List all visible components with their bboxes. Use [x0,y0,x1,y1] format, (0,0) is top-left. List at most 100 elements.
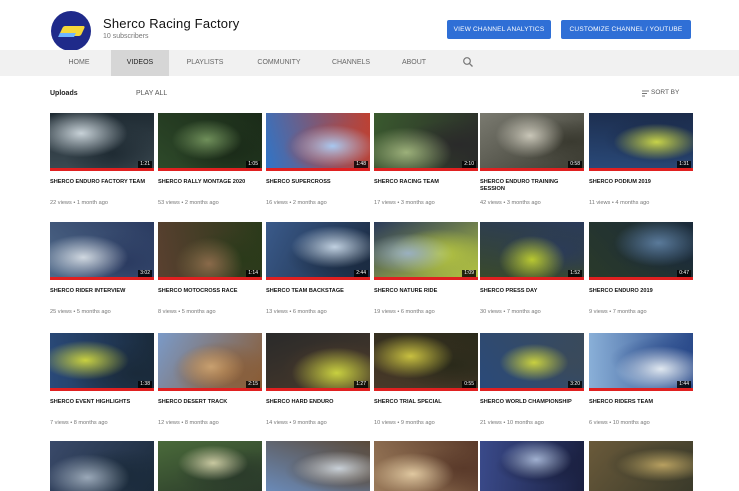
video-card[interactable]: 1:48 SHERCO SUPERCROSS 16 views • 2 months… [266,113,370,213]
video-thumbnail[interactable]: 0:47 [589,222,693,280]
sort-by-button[interactable]: SORT BY [651,89,679,96]
video-thumbnail[interactable]: 1:31 [589,113,693,171]
video-thumbnail[interactable]: 0:58 [480,113,584,171]
video-title[interactable]: SHERCO EVENT HIGHLIGHTS [50,399,154,406]
logo-stripe [58,33,76,37]
customize-channel-button[interactable]: CUSTOMIZE CHANNEL / YOUTUBE STUDIO [561,20,691,52]
video-card[interactable]: 1:44 SHERCO RIDERS TEAM 6 views • 10 month… [589,333,693,433]
video-thumbnail[interactable]: 1:09 [374,222,478,280]
tab-videos[interactable]: VIDEOS [111,50,169,76]
video-card[interactable]: 2:15 SHERCO DESERT TRACK 12 views • 8 mont… [158,333,262,433]
video-title[interactable]: SHERCO SUPERCROSS [266,179,370,186]
video-thumbnail[interactable]: 3:20 [480,333,584,391]
video-title[interactable]: SHERCO RALLY MONTAGE 2020 [158,179,262,186]
video-thumbnail[interactable]: 1:44 [589,333,693,391]
channel-name: Sherco Racing Factory [103,16,240,31]
video-card[interactable]: 3:20 SHERCO WORLD CHAMPIONSHIP 21 views • … [480,333,584,433]
video-title[interactable]: SHERCO PRESS DAY [480,288,584,295]
video-thumbnail[interactable] [480,441,584,491]
video-title[interactable]: SHERCO RIDER INTERVIEW [50,288,154,295]
video-thumbnail[interactable]: 1:21 [50,113,154,171]
video-meta: 16 views • 2 months ago [266,200,327,206]
watch-progress-bar [374,277,478,280]
watch-progress-bar [589,168,693,171]
watch-progress-bar [266,168,370,171]
video-duration: 1:44 [677,381,691,388]
tab-channels[interactable]: CHANNELS [322,50,380,76]
video-title[interactable]: SHERCO DESERT TRACK [158,399,262,406]
video-title[interactable]: SHERCO MOTOCROSS RACE [158,288,262,295]
video-card[interactable]: 1:05 SHERCO RALLY MONTAGE 2020 53 views • … [158,113,262,213]
video-thumbnail[interactable]: 1:48 [266,113,370,171]
tab-playlists[interactable]: PLAYLISTS [175,50,235,76]
video-thumbnail[interactable]: 1:14 [158,222,262,280]
video-thumbnail[interactable]: 1:38 [50,333,154,391]
video-card[interactable] [158,441,262,491]
search-icon[interactable] [462,56,474,68]
video-duration: 3:20 [568,381,582,388]
video-thumbnail[interactable]: 1:27 [266,333,370,391]
video-thumbnail[interactable]: 1:52 [480,222,584,280]
video-card[interactable]: 1:27 SHERCO HARD ENDURO 14 views • 9 month… [266,333,370,433]
video-thumbnail[interactable]: 2:10 [374,113,478,171]
video-title[interactable]: SHERCO ENDURO FACTORY TEAM [50,179,154,186]
video-title[interactable]: SHERCO TRIAL SPECIAL [374,399,478,406]
video-title[interactable]: SHERCO NATURE RIDE [374,288,478,295]
video-thumbnail[interactable]: 1:05 [158,113,262,171]
video-card[interactable] [589,441,693,491]
video-card[interactable]: 0:58 SHERCO ENDURO TRAINING SESSION 42 vie… [480,113,584,213]
video-thumbnail[interactable]: 2:15 [158,333,262,391]
video-duration: 1:52 [568,270,582,277]
video-thumbnail[interactable]: 3:02 [50,222,154,280]
watch-progress-bar [374,388,478,391]
video-card[interactable]: 0:47 SHERCO ENDURO 2019 9 views • 7 months… [589,222,693,322]
video-card[interactable]: 1:52 SHERCO PRESS DAY 30 views • 7 months … [480,222,584,322]
video-thumbnail[interactable] [374,441,478,491]
video-thumbnail[interactable] [589,441,693,491]
tab-about[interactable]: ABOUT [385,50,443,76]
video-thumbnail[interactable] [158,441,262,491]
video-title[interactable]: SHERCO ENDURO 2019 [589,288,693,295]
video-card[interactable]: 2:44 SHERCO TEAM BACKSTAGE 13 views • 6 mo… [266,222,370,322]
video-card[interactable]: 1:38 SHERCO EVENT HIGHLIGHTS 7 views • 8 m… [50,333,154,433]
video-title[interactable]: SHERCO RIDERS TEAM [589,399,693,406]
video-meta: 10 views • 9 months ago [374,420,435,426]
video-title[interactable]: SHERCO PODIUM 2019 [589,179,693,186]
video-card[interactable]: 1:31 SHERCO PODIUM 2019 11 views • 4 month… [589,113,693,213]
video-thumbnail[interactable] [50,441,154,491]
video-title[interactable]: SHERCO HARD ENDURO [266,399,370,406]
video-meta: 13 views • 6 months ago [266,309,327,315]
watch-progress-bar [480,388,584,391]
video-card[interactable] [50,441,154,491]
video-card[interactable]: 0:55 SHERCO TRIAL SPECIAL 10 views • 9 mon… [374,333,478,433]
video-meta: 19 views • 6 months ago [374,309,435,315]
video-card[interactable]: 1:09 SHERCO NATURE RIDE 19 views • 6 month… [374,222,478,322]
video-meta: 21 views • 10 months ago [480,420,544,426]
video-card[interactable] [266,441,370,491]
video-title[interactable]: SHERCO WORLD CHAMPIONSHIP [480,399,584,406]
video-meta: 22 views • 1 month ago [50,200,108,206]
tab-home[interactable]: HOME [50,50,108,76]
video-title[interactable]: SHERCO TEAM BACKSTAGE [266,288,370,295]
watch-progress-bar [589,388,693,391]
sort-icon[interactable] [642,90,649,97]
tab-community[interactable]: COMMUNITY [245,50,313,76]
video-card[interactable] [480,441,584,491]
video-card[interactable]: 1:14 SHERCO MOTOCROSS RACE 8 views • 5 mon… [158,222,262,322]
video-thumbnail[interactable]: 0:55 [374,333,478,391]
video-card[interactable]: 1:21 SHERCO ENDURO FACTORY TEAM 22 views •… [50,113,154,213]
video-title[interactable]: SHERCO RACING TEAM [374,179,478,186]
watch-progress-bar [158,168,262,171]
video-thumbnail[interactable]: 2:44 [266,222,370,280]
channel-avatar[interactable] [51,11,91,51]
video-title[interactable]: SHERCO ENDURO TRAINING SESSION [480,179,584,193]
video-card[interactable]: 2:10 SHERCO RACING TEAM 17 views • 3 month… [374,113,478,213]
video-duration: 1:27 [354,381,368,388]
video-card[interactable]: 3:02 SHERCO RIDER INTERVIEW 25 views • 5 m… [50,222,154,322]
watch-progress-bar [158,388,262,391]
video-card[interactable] [374,441,478,491]
view-analytics-button[interactable]: VIEW CHANNEL ANALYTICS [447,20,551,39]
play-all-link[interactable]: PLAY ALL [136,90,167,97]
video-thumbnail[interactable] [266,441,370,491]
video-meta: 7 views • 8 months ago [50,420,108,426]
